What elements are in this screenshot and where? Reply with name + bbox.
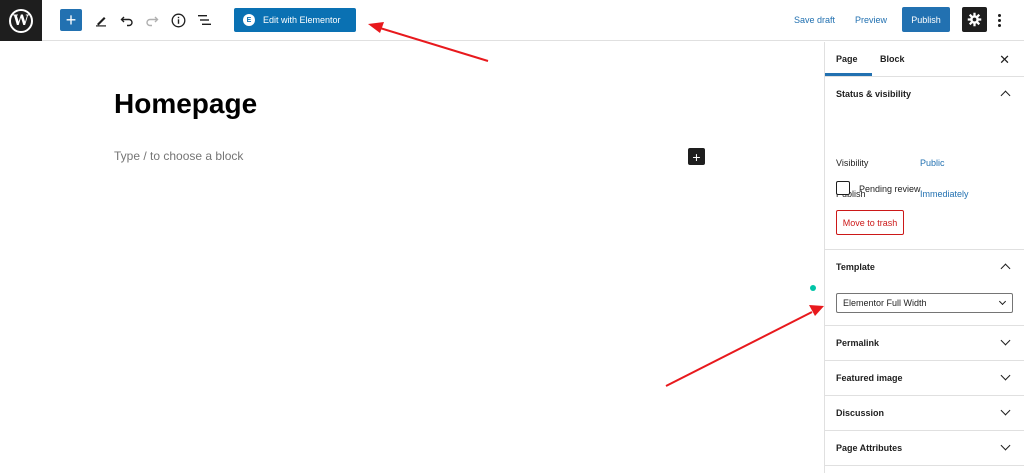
chevron-down-icon <box>1000 370 1011 381</box>
template-header[interactable]: Template <box>825 250 1024 285</box>
discussion-title: Discussion <box>836 408 885 418</box>
chevron-down-icon <box>1000 335 1011 346</box>
undo-icon <box>120 16 133 27</box>
page-title[interactable]: Homepage <box>114 88 257 120</box>
visibility-value-link[interactable]: Public <box>920 158 945 168</box>
info-icon <box>171 13 185 27</box>
discussion-panel[interactable]: Discussion <box>825 396 1024 431</box>
undo-button[interactable] <box>118 11 136 29</box>
add-block-button[interactable]: + <box>60 9 82 31</box>
settings-sidebar: Page Block ✕ Status & visibility Visibil… <box>824 42 1024 473</box>
wordpress-logo-button[interactable]: W <box>0 0 42 41</box>
block-inserter-button[interactable]: + <box>688 148 705 165</box>
list-view-button[interactable] <box>195 11 213 29</box>
close-icon[interactable]: ✕ <box>999 52 1010 68</box>
permalink-panel[interactable]: Permalink <box>825 326 1024 361</box>
pending-review-label: Pending review <box>859 184 921 194</box>
template-select[interactable]: Elementor Full Width <box>836 293 1013 313</box>
resize-handle[interactable] <box>810 285 816 291</box>
more-vertical-icon <box>997 13 1001 27</box>
redo-button[interactable] <box>143 11 161 29</box>
redo-icon <box>146 16 159 27</box>
active-tab-indicator <box>825 73 872 76</box>
move-to-trash-button[interactable]: Move to trash <box>836 210 904 235</box>
permalink-title: Permalink <box>836 338 880 348</box>
editor-canvas[interactable]: Homepage Type / to choose a block + <box>0 42 824 473</box>
more-options-button[interactable] <box>993 11 1005 29</box>
pencil-icon <box>96 17 106 27</box>
tools-button[interactable] <box>92 11 110 29</box>
featured-image-title: Featured image <box>836 373 903 383</box>
block-placeholder[interactable]: Type / to choose a block <box>114 149 243 163</box>
settings-button[interactable] <box>962 7 987 32</box>
gear-icon <box>967 12 982 27</box>
publish-date-link[interactable]: Immediately <box>920 189 969 199</box>
visibility-label: Visibility <box>836 158 869 168</box>
details-button[interactable] <box>169 11 187 29</box>
status-visibility-header[interactable]: Status & visibility <box>825 77 1024 112</box>
template-selected-value: Elementor Full Width <box>843 298 927 308</box>
save-draft-button[interactable]: Save draft <box>794 15 835 25</box>
template-panel: Template Elementor Full Width <box>825 250 1024 326</box>
editor-header: W + E Edit with Elementor Save draft Pre… <box>0 0 1024 41</box>
wordpress-logo-icon: W <box>9 8 33 33</box>
pending-review-checkbox[interactable] <box>836 181 850 195</box>
preview-button[interactable]: Preview <box>855 15 887 25</box>
edit-with-elementor-button[interactable]: E Edit with Elementor <box>234 8 356 32</box>
tab-block[interactable]: Block <box>880 54 905 64</box>
chevron-down-icon <box>1000 440 1011 451</box>
template-title: Template <box>836 262 875 272</box>
list-view-icon <box>197 15 211 25</box>
featured-image-panel[interactable]: Featured image <box>825 361 1024 396</box>
status-visibility-title: Status & visibility <box>836 89 912 99</box>
publish-button[interactable]: Publish <box>902 7 950 32</box>
tab-page[interactable]: Page <box>836 54 858 64</box>
sidebar-tabs: Page Block ✕ <box>825 42 1024 77</box>
page-attributes-title: Page Attributes <box>836 443 903 453</box>
chevron-down-icon <box>1000 405 1011 416</box>
chevron-down-icon <box>998 297 1007 306</box>
page-attributes-panel[interactable]: Page Attributes <box>825 431 1024 466</box>
edit-with-elementor-label: Edit with Elementor <box>263 15 341 25</box>
chevron-up-icon <box>1000 90 1011 101</box>
chevron-up-icon <box>1000 263 1011 274</box>
elementor-icon: E <box>243 14 255 26</box>
